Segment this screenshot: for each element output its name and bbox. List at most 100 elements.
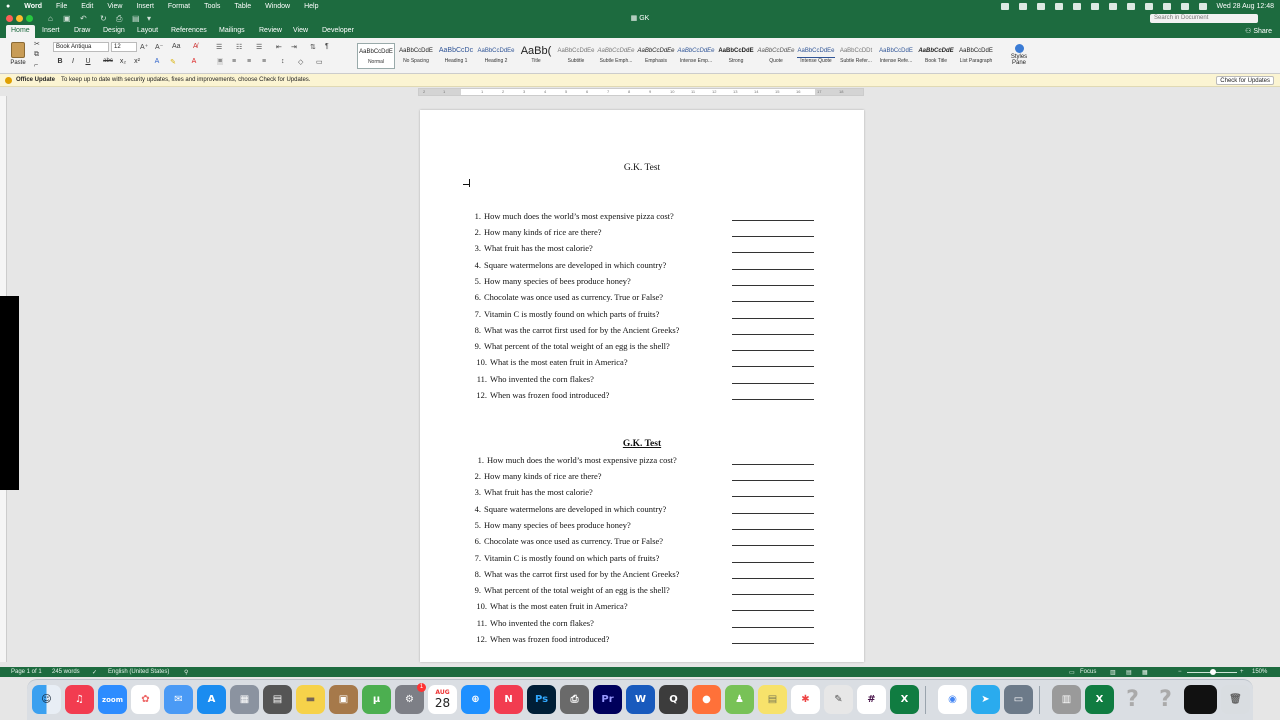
tab-insert[interactable]: Insert (42, 27, 60, 34)
justify-icon[interactable]: ≡ (262, 58, 266, 65)
style-subtitle[interactable]: AaBbCcDdEe Subtitle (557, 43, 595, 69)
photos-icon[interactable]: ✿ (131, 685, 160, 714)
shading-icon[interactable]: ◇ (298, 58, 303, 66)
menu-window[interactable]: Window (265, 3, 290, 10)
style-emphasis[interactable]: AaBbCcDdEe Emphasis (637, 43, 675, 69)
utorrent-icon[interactable]: µ (362, 685, 391, 714)
grow-font-icon[interactable]: A⁺ (140, 43, 148, 51)
telegram-icon[interactable]: ➤ (971, 685, 1000, 714)
safari-icon[interactable]: ⊕ (461, 685, 490, 714)
tab-references[interactable]: References (171, 27, 207, 34)
style-subtle-reference[interactable]: AaBbCcDDt Subtle Refer... (837, 43, 875, 69)
menu-view[interactable]: View (107, 3, 122, 10)
text-effects-icon[interactable]: A (152, 58, 162, 65)
status-app-icon[interactable] (1018, 2, 1027, 10)
firefox-icon[interactable]: ● (692, 685, 721, 714)
page-count[interactable]: Page 1 of 1 (11, 669, 42, 675)
control-center-icon[interactable] (1198, 2, 1207, 10)
shrink-font-icon[interactable]: A⁻ (155, 43, 163, 51)
battery-icon[interactable] (1108, 2, 1117, 10)
menu-insert[interactable]: Insert (136, 3, 154, 10)
focus-icon[interactable]: ▭ (1069, 669, 1075, 676)
change-case-icon[interactable]: Aa (172, 43, 181, 50)
borders-icon[interactable]: ▭ (316, 58, 323, 66)
tab-home[interactable]: Home (6, 25, 35, 38)
bold-button[interactable]: B (55, 58, 65, 65)
focus-mode-button[interactable]: Focus (1080, 669, 1096, 675)
superscript-button[interactable]: x² (132, 58, 142, 65)
highlight-icon[interactable]: ✎ (168, 58, 178, 66)
font-name-select[interactable]: Book Antiqua (53, 42, 109, 52)
launchpad-icon[interactable]: ▦ (230, 685, 259, 714)
menubar-clock[interactable]: Wed 28 Aug 12:48 (1217, 3, 1274, 10)
horizontal-ruler[interactable]: 2 1 1 2 3 4 5 6 7 8 9 10 11 12 13 14 15 … (418, 88, 864, 96)
slack-app-icon[interactable]: # (857, 685, 886, 714)
check-for-updates-button[interactable]: Check for Updates (1216, 76, 1274, 85)
music-icon[interactable]: ♫ (65, 685, 94, 714)
search-document-input[interactable]: Search in Document (1150, 14, 1258, 23)
bullets-icon[interactable]: ☰ (216, 43, 222, 51)
font-size-select[interactable]: 12 (111, 42, 137, 52)
quicktime-icon[interactable]: Q (659, 685, 688, 714)
archive-icon[interactable]: ▣ (329, 685, 358, 714)
copy-icon[interactable]: ⧉ (34, 51, 39, 59)
premiere-icon[interactable]: Pr (593, 685, 622, 714)
style-intense-quote[interactable]: AaBbCcDdEe Intense Quote (797, 43, 835, 69)
menu-format[interactable]: Format (168, 3, 190, 10)
decrease-indent-icon[interactable]: ⇤ (276, 43, 282, 51)
style-no-spacing[interactable]: AaBbCcDdE No Spacing (397, 43, 435, 69)
photoshop-icon[interactable]: Ps (527, 685, 556, 714)
menu-table[interactable]: Table (234, 3, 251, 10)
tab-design[interactable]: Design (103, 27, 125, 34)
font-color-icon[interactable]: A (189, 58, 199, 65)
share-button[interactable]: ⚇ Share (1245, 27, 1272, 35)
style-title[interactable]: AaBb(Title (517, 43, 555, 69)
style-normal[interactable]: AaBbCcDdE Normal (357, 43, 395, 69)
tab-review[interactable]: Review (259, 27, 282, 34)
trash-icon[interactable]: 🗑 (1221, 685, 1250, 714)
style-intense-reference[interactable]: AaBbCcDdE Intense Refe... (877, 43, 915, 69)
calendar-icon[interactable]: AUG 28 (428, 685, 457, 714)
window-thumbnail-icon[interactable] (1184, 685, 1217, 714)
excel-icon[interactable]: X (890, 685, 919, 714)
unknown-app-icon[interactable]: ? (1151, 685, 1180, 714)
status-app-icon[interactable] (1036, 2, 1045, 10)
excel-file-icon[interactable]: X (1085, 685, 1114, 714)
calculator-icon[interactable]: ▤ (263, 685, 292, 714)
zoom-in-icon[interactable]: + (1240, 669, 1244, 675)
print-layout-icon[interactable]: ▤ (1126, 669, 1132, 676)
web-layout-icon[interactable]: ▦ (1142, 669, 1148, 676)
menu-word[interactable]: Word (24, 3, 42, 10)
numbering-icon[interactable]: ☷ (236, 43, 242, 51)
unknown-app-icon[interactable]: ? (1118, 685, 1147, 714)
spotlight-icon[interactable] (1180, 2, 1189, 10)
subscript-button[interactable]: x₂ (118, 58, 128, 65)
paste-button[interactable]: Paste (6, 42, 30, 66)
style-subtle-emphasis[interactable]: AaBbCcDdEe Subtle Emph... (597, 43, 635, 69)
zoom-out-icon[interactable]: − (1178, 669, 1182, 675)
tab-layout[interactable]: Layout (137, 27, 158, 34)
app-store-icon[interactable]: A (197, 685, 226, 714)
menu-tools[interactable]: Tools (204, 3, 220, 10)
bluetooth-icon[interactable] (1144, 2, 1153, 10)
word-icon[interactable]: W (626, 685, 655, 714)
status-app-icon[interactable] (1072, 2, 1081, 10)
wifi-icon[interactable] (1162, 2, 1171, 10)
zoom-level[interactable]: 150% (1252, 669, 1267, 675)
news-icon[interactable]: N (494, 685, 523, 714)
status-record-icon[interactable] (1000, 2, 1009, 10)
word-count[interactable]: 245 words (52, 669, 80, 675)
menu-file[interactable]: File (56, 3, 67, 10)
menu-edit[interactable]: Edit (81, 3, 93, 10)
zoom-slider-handle[interactable] (1210, 669, 1216, 675)
slack-icon[interactable]: ✱ (791, 685, 820, 714)
multilevel-list-icon[interactable]: ☰ (256, 43, 262, 51)
zoom-app-icon[interactable]: zoom (98, 685, 127, 714)
tab-developer[interactable]: Developer (322, 27, 354, 34)
volume-icon[interactable] (1126, 2, 1135, 10)
style-heading-2[interactable]: AaBbCcDdEe Heading 2 (477, 43, 515, 69)
mail-icon[interactable]: ✉ (164, 685, 193, 714)
style-heading-1[interactable]: AaBbCcDc Heading 1 (437, 43, 475, 69)
textedit-icon[interactable]: ✎ (824, 685, 853, 714)
tab-view[interactable]: View (293, 27, 308, 34)
